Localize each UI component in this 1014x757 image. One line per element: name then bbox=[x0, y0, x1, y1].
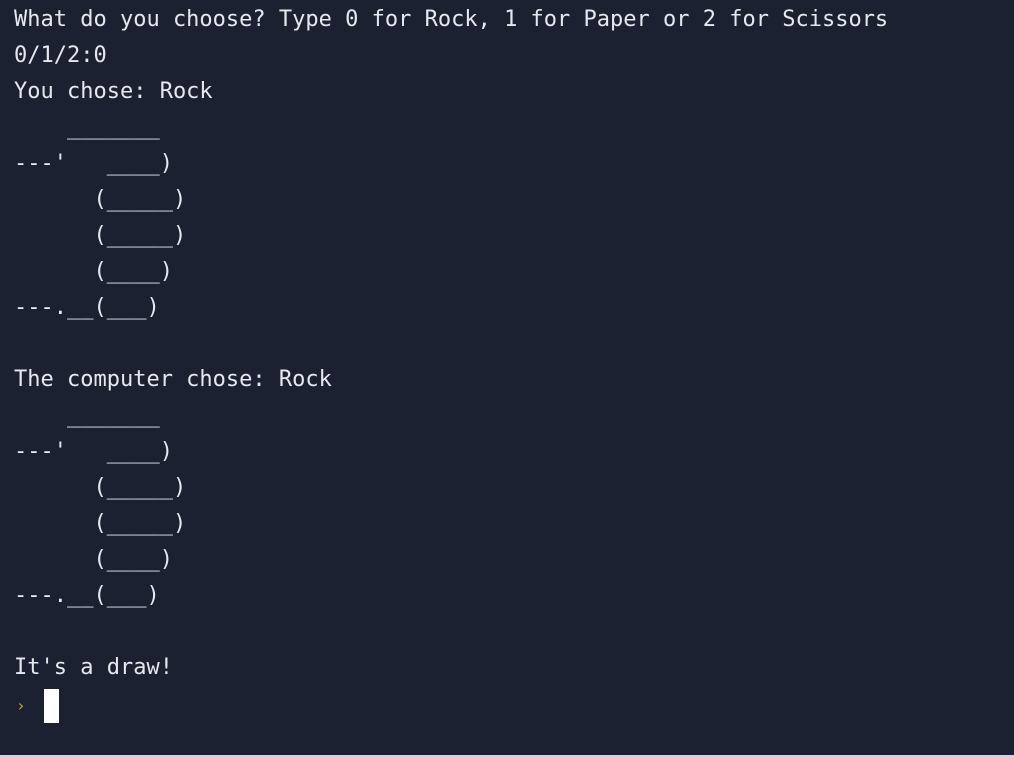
computer-rock-art: _______ ---' ____) (_____) (_____) (____… bbox=[14, 398, 1000, 650]
text-cursor[interactable] bbox=[44, 689, 59, 723]
terminal-output[interactable]: What do you choose? Type 0 for Rock, 1 f… bbox=[0, 0, 1014, 757]
art-line: _______ bbox=[14, 115, 160, 140]
art-line: (_____) bbox=[14, 511, 187, 536]
art-line: ---.__(___) bbox=[14, 295, 160, 320]
input-echo-line: 0/1/2:0 bbox=[14, 43, 107, 68]
input-prompt[interactable]: › bbox=[14, 686, 1000, 726]
art-line: (____) bbox=[14, 547, 173, 572]
computer-choice-line: The computer chose: Rock bbox=[14, 367, 332, 392]
prompt-chevron-icon: › bbox=[16, 696, 26, 715]
user-choice-line: You chose: Rock bbox=[14, 79, 213, 104]
art-line: (____) bbox=[14, 259, 173, 284]
art-line: ---' ____) bbox=[14, 439, 173, 464]
art-line: (_____) bbox=[14, 475, 187, 500]
art-line: ---.__(___) bbox=[14, 583, 160, 608]
art-line: _______ bbox=[14, 403, 160, 428]
art-line: (_____) bbox=[14, 187, 187, 212]
user-rock-art: _______ ---' ____) (_____) (_____) (____… bbox=[14, 110, 1000, 362]
question-line: What do you choose? Type 0 for Rock, 1 f… bbox=[14, 7, 889, 32]
result-line: It's a draw! bbox=[14, 655, 173, 680]
art-line: ---' ____) bbox=[14, 151, 173, 176]
art-line: (_____) bbox=[14, 223, 187, 248]
